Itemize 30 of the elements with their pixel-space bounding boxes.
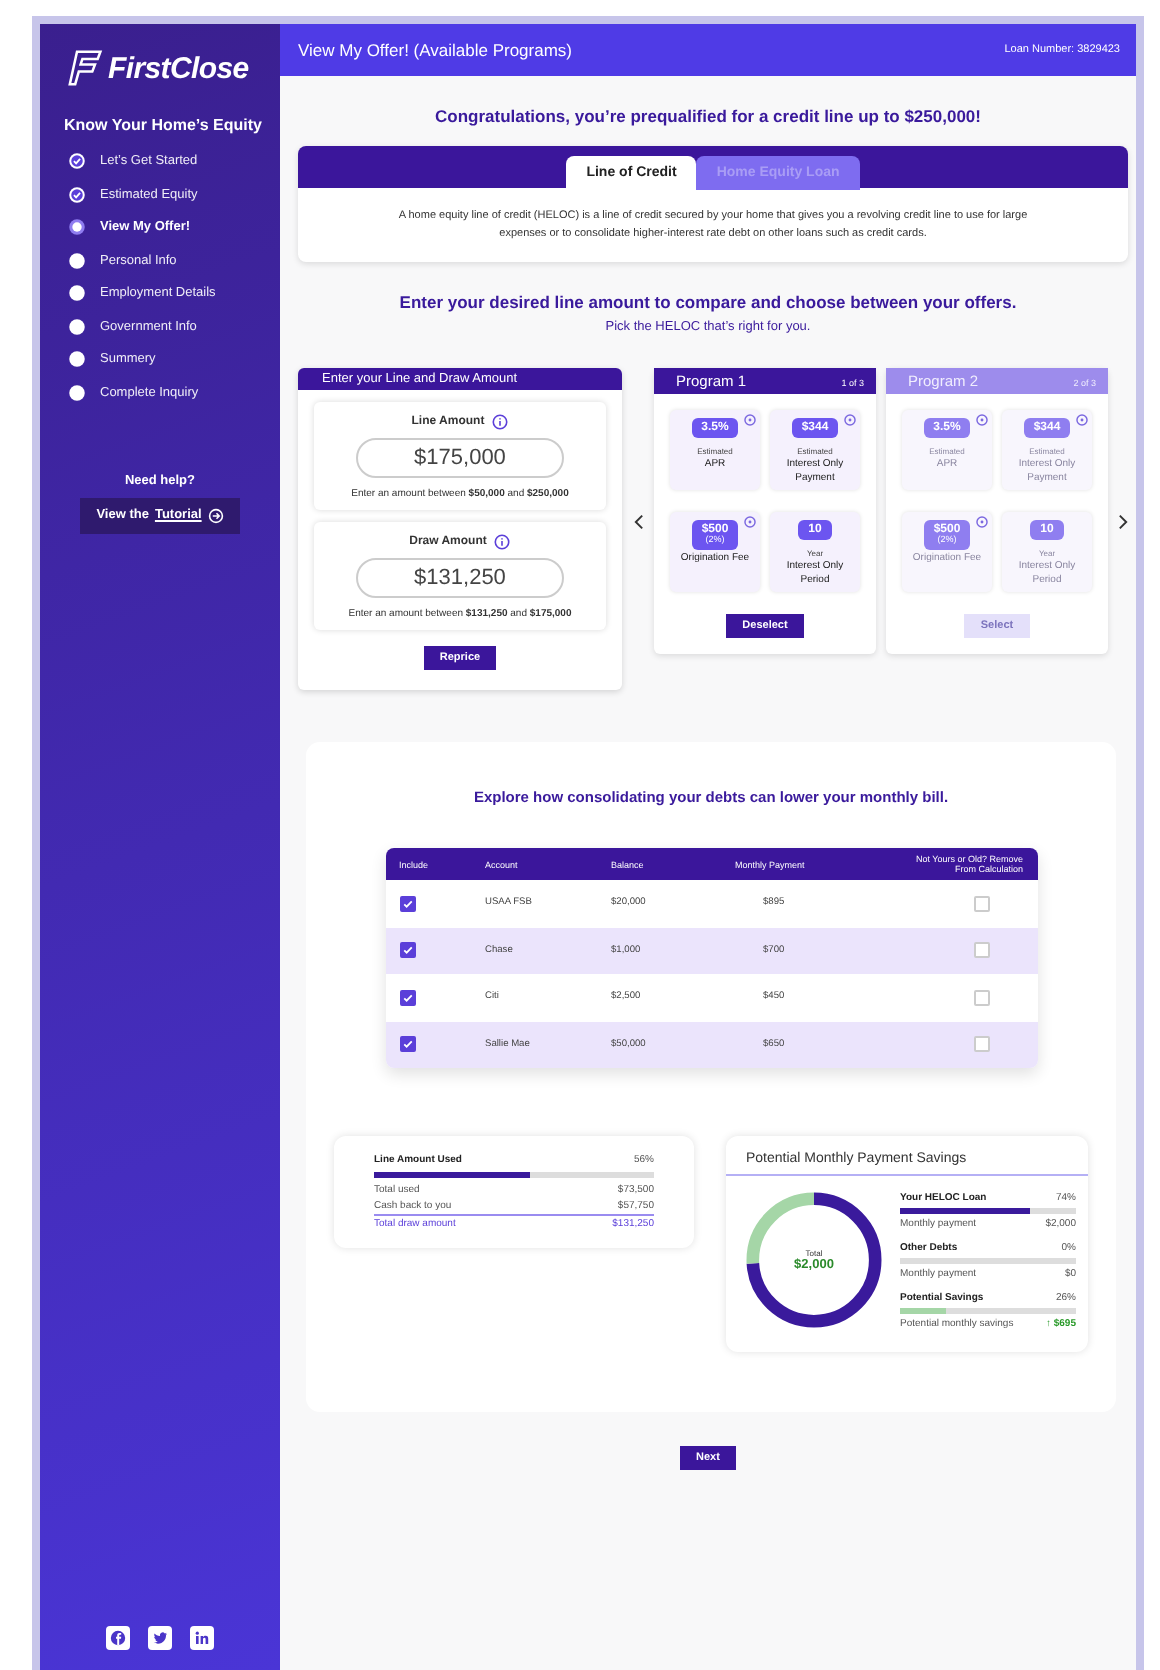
remove-checkbox[interactable] (974, 1036, 990, 1053)
next-icon[interactable] (1118, 513, 1128, 530)
linkedin-icon[interactable] (190, 1626, 214, 1650)
amount-input[interactable]: $175,000 (356, 438, 564, 479)
include-checkbox[interactable] (399, 895, 415, 912)
twitter-icon[interactable] (148, 1626, 172, 1650)
info-icon[interactable] (976, 414, 988, 427)
compare-title: Enter your desired line amount to compare and choose between your offers. (397, 292, 1019, 313)
info-icon[interactable] (492, 414, 509, 431)
info-icon[interactable] (844, 414, 856, 427)
info-icon[interactable] (976, 516, 988, 529)
info-icon[interactable] (1076, 414, 1088, 427)
logo-text: FirstClose (108, 51, 249, 85)
amount-input[interactable]: $131,250 (356, 558, 564, 599)
previous-icon[interactable] (634, 513, 644, 530)
info-icon[interactable] (744, 516, 756, 529)
facebook-icon[interactable] (106, 1626, 130, 1650)
page-title: View My Offer! (Available Programs) (298, 40, 572, 60)
remove-checkbox[interactable] (974, 989, 990, 1006)
info-icon[interactable] (744, 414, 756, 427)
remove-checkbox[interactable] (974, 942, 990, 959)
include-checkbox[interactable] (399, 1036, 415, 1053)
arrow-circle-icon (207, 507, 224, 523)
remove-checkbox[interactable] (974, 895, 990, 912)
section-title: Know Your Home’s Equity (64, 116, 264, 134)
headline: Congratulations, you’re prequalified for a credit line up to $250,000! (432, 106, 983, 126)
include-checkbox[interactable] (399, 942, 415, 959)
include-checkbox[interactable] (399, 989, 415, 1006)
logo-icon (68, 48, 104, 88)
info-icon[interactable] (494, 534, 511, 551)
